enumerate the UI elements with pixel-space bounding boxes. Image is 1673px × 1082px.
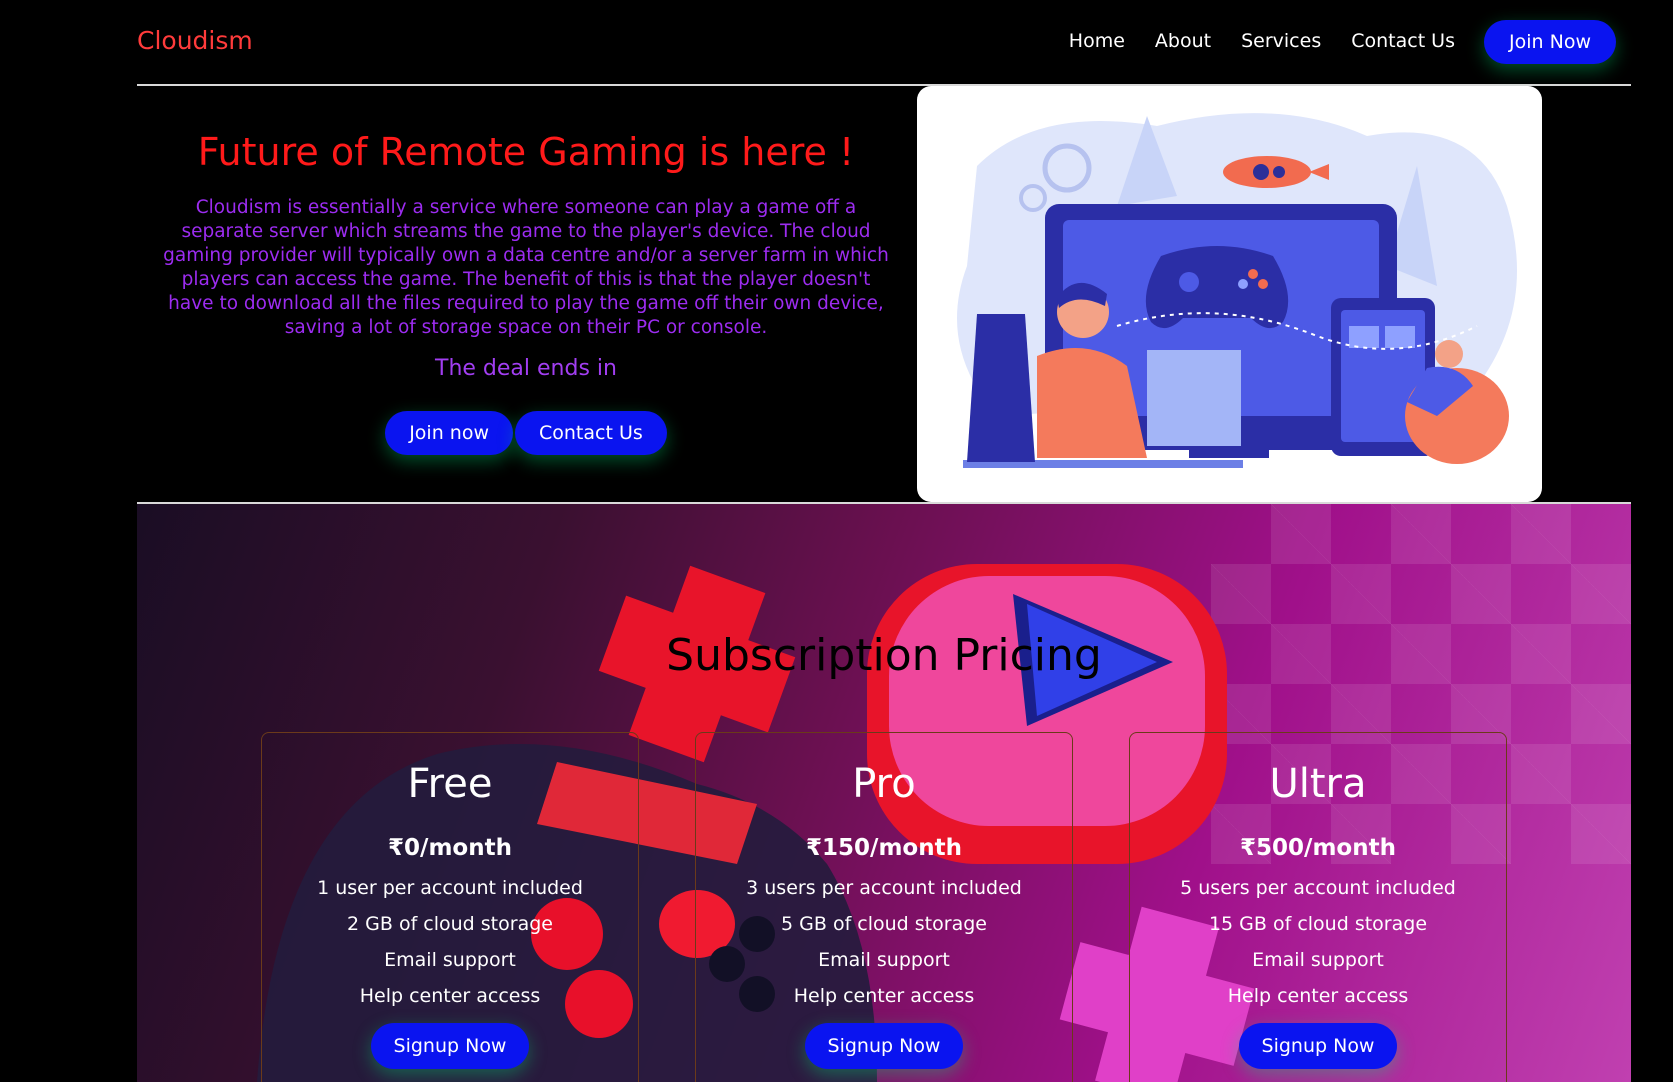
plan-feature: 15 GB of cloud storage <box>1208 913 1428 935</box>
pricing-title: Subscription Pricing <box>666 630 1102 681</box>
brand-logo[interactable]: Cloudism <box>137 26 253 55</box>
pricing-section: Subscription Pricing Free ₹0/month 1 use… <box>137 502 1631 1082</box>
plan-feature: Help center access <box>1227 985 1409 1007</box>
signup-button-ultra[interactable]: Signup Now <box>1239 1023 1397 1069</box>
hero-buttons: Join now Contact Us <box>150 411 902 455</box>
hero-illustration <box>917 86 1542 502</box>
plan-feature: 3 users per account included <box>746 877 1022 899</box>
hero-description: Cloudism is essentially a service where … <box>163 197 889 338</box>
deal-countdown-label: The deal ends in <box>435 356 617 381</box>
pricing-plans: Free ₹0/month 1 user per account include… <box>261 732 1507 1082</box>
plan-name: Ultra <box>1269 761 1367 807</box>
hero-title: Future of Remote Gaming is here ! <box>197 130 855 174</box>
plan-name: Free <box>407 761 493 807</box>
nav-link-about[interactable]: About <box>1155 30 1211 52</box>
plan-price: ₹500/month <box>1240 835 1396 861</box>
plan-card-pro: Pro ₹150/month 3 users per account inclu… <box>695 732 1073 1082</box>
plan-feature: Email support <box>384 949 516 971</box>
top-nav: Cloudism Home About Services Contact Us … <box>137 0 1631 86</box>
plan-card-ultra: Ultra ₹500/month 5 users per account inc… <box>1129 732 1507 1082</box>
hero-join-button[interactable]: Join now <box>385 411 513 455</box>
plan-price: ₹0/month <box>388 835 512 861</box>
cloud-gaming-illustration <box>957 113 1517 468</box>
plan-price: ₹150/month <box>806 835 962 861</box>
nav-link-contact[interactable]: Contact Us <box>1351 30 1455 52</box>
plan-feature: Email support <box>1252 949 1384 971</box>
hero-section: Future of Remote Gaming is here ! Cloudi… <box>150 130 902 455</box>
plan-card-free: Free ₹0/month 1 user per account include… <box>261 732 639 1082</box>
plan-name: Pro <box>852 761 916 807</box>
plan-feature: Help center access <box>359 985 541 1007</box>
plan-feature: 5 GB of cloud storage <box>781 913 987 935</box>
nav-link-services[interactable]: Services <box>1241 30 1321 52</box>
plan-feature: Help center access <box>793 985 975 1007</box>
nav-link-home[interactable]: Home <box>1069 30 1125 52</box>
hero-contact-button[interactable]: Contact Us <box>515 411 667 455</box>
signup-button-free[interactable]: Signup Now <box>371 1023 529 1069</box>
plan-feature: 1 user per account included <box>317 877 583 899</box>
signup-button-pro[interactable]: Signup Now <box>805 1023 963 1069</box>
plan-feature: 2 GB of cloud storage <box>347 913 553 935</box>
nav-join-button[interactable]: Join Now <box>1484 20 1616 64</box>
plan-feature: 5 users per account included <box>1180 877 1456 899</box>
plan-feature: Email support <box>818 949 950 971</box>
nav-links: Home About Services Contact Us <box>1069 30 1455 52</box>
